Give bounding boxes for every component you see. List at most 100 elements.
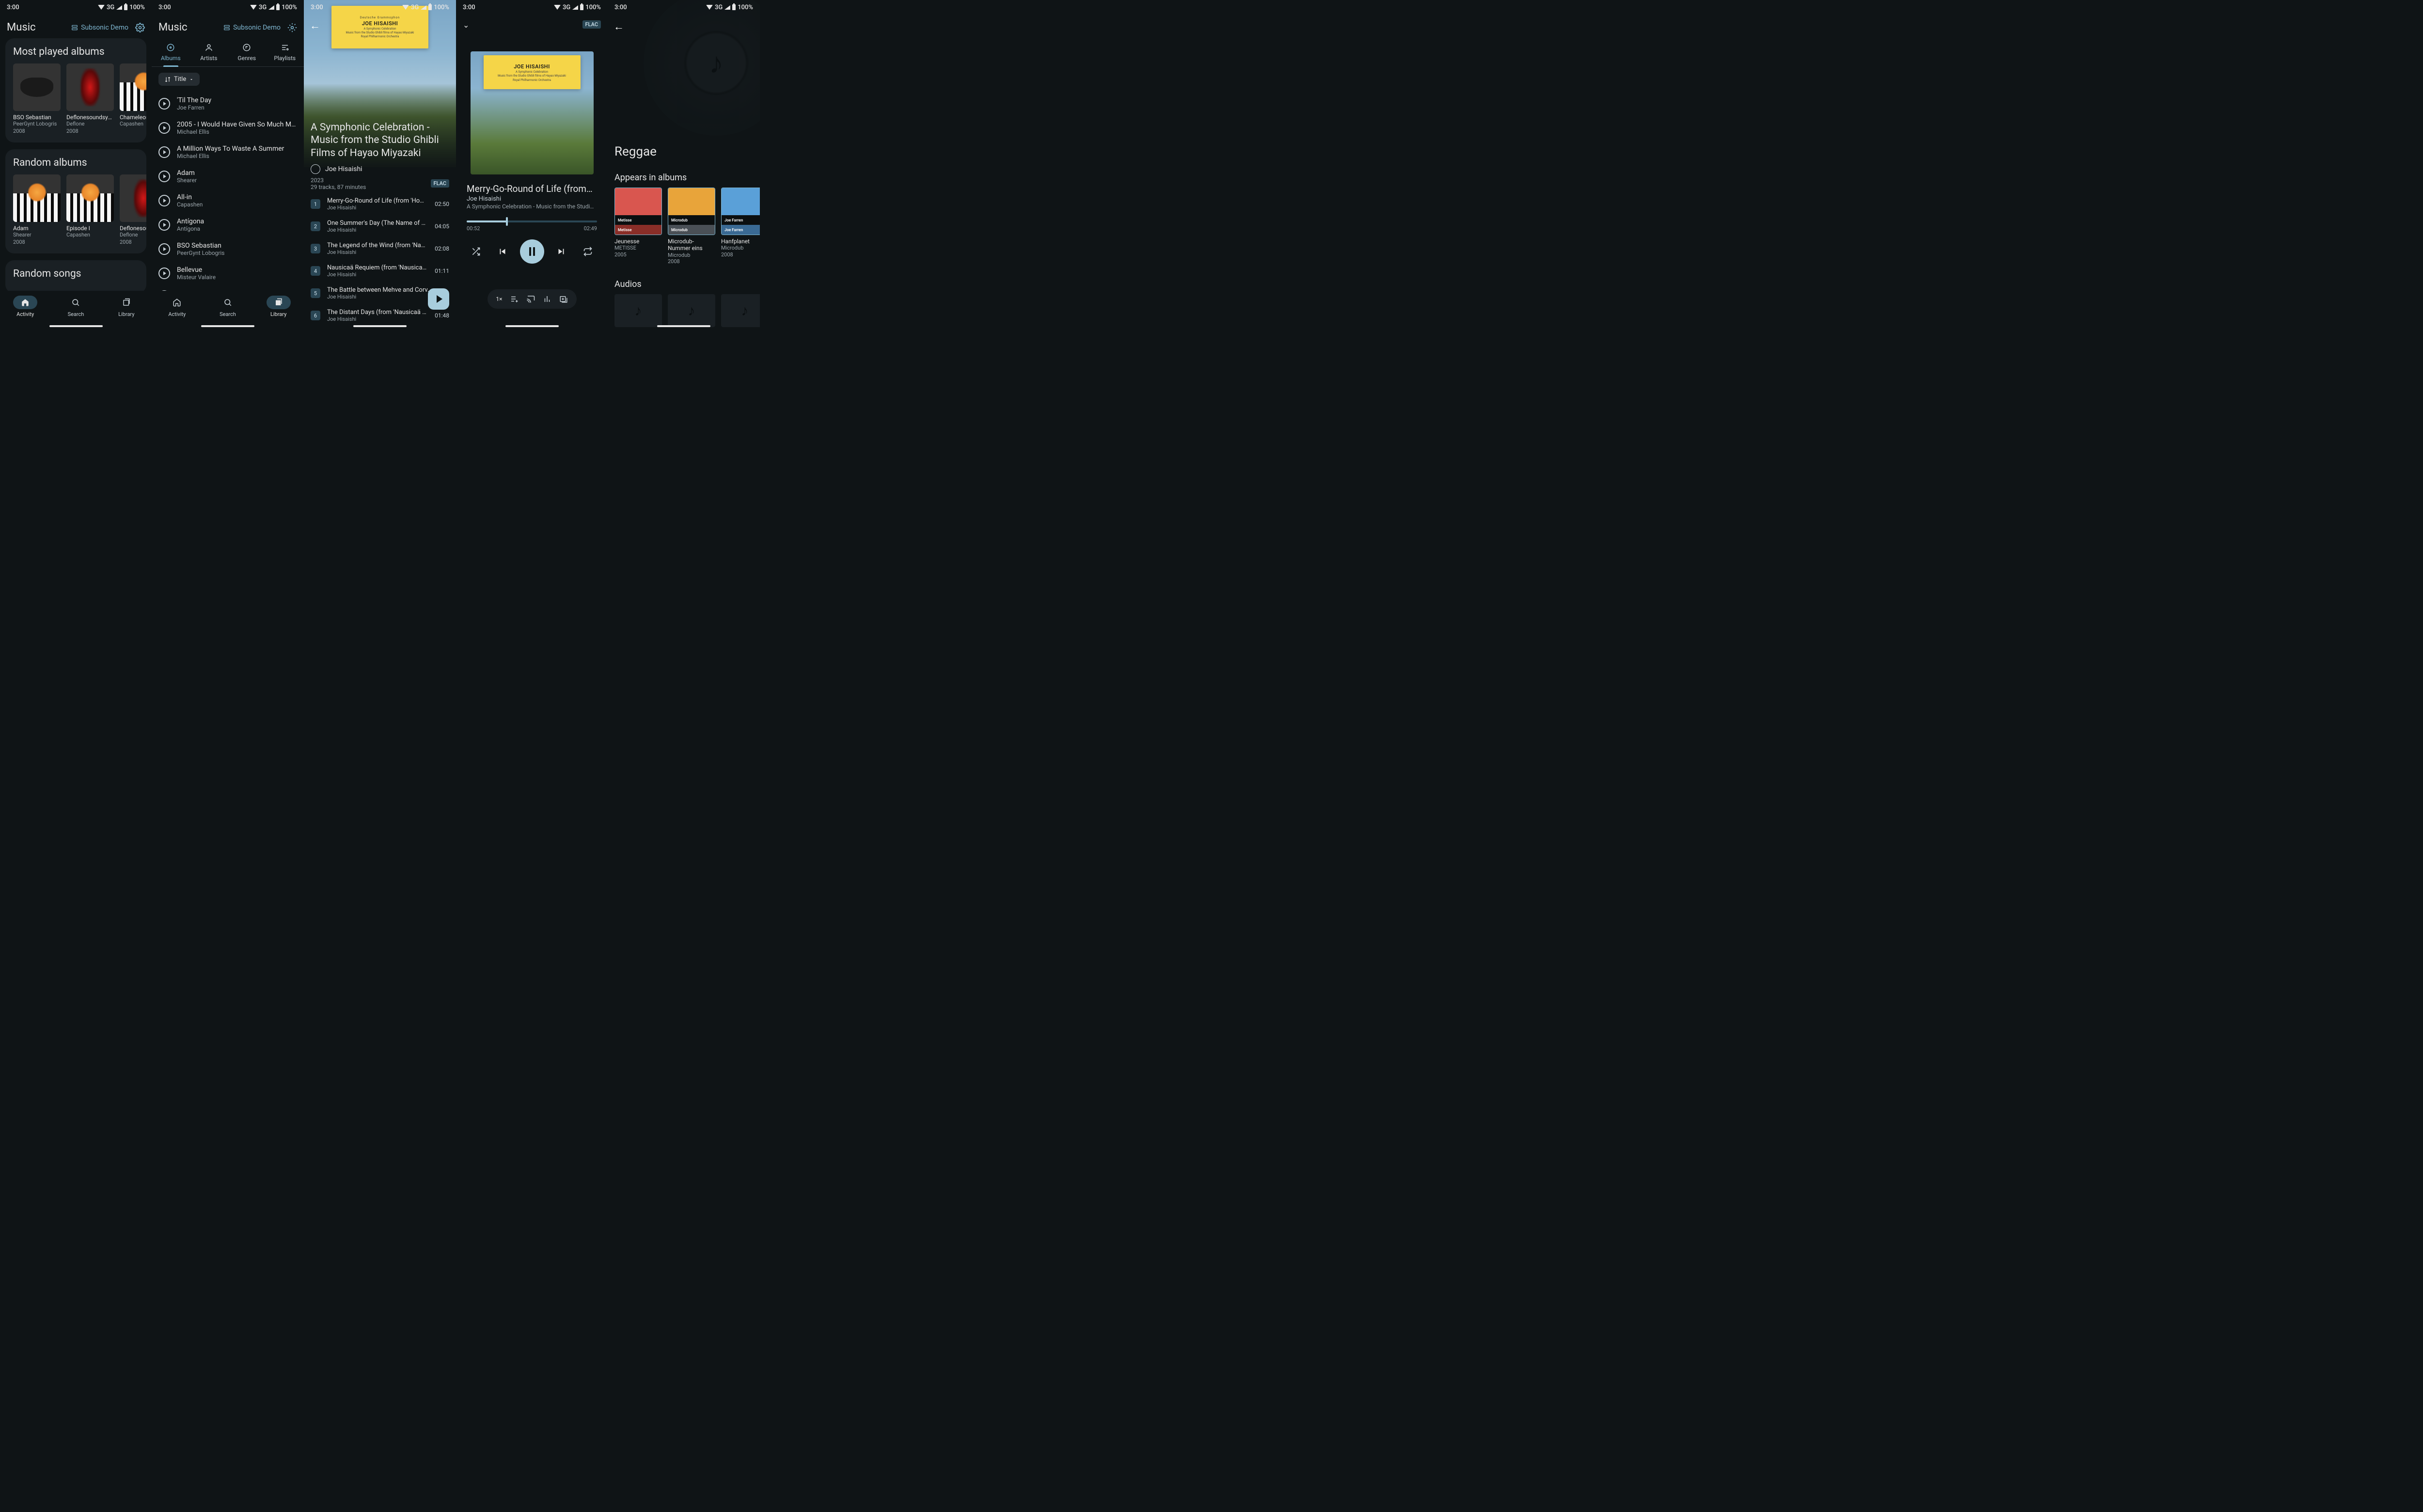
album-artist[interactable]: Joe Hisaishi <box>325 165 362 173</box>
play-pause-button[interactable] <box>520 239 544 264</box>
nav-library[interactable]: Library <box>267 296 291 317</box>
play-album-fab[interactable] <box>428 288 449 310</box>
track-number: 3 <box>311 244 320 253</box>
genre-album-card[interactable]: MicrodubMicrodubMicrodub-Nummer einsMicr… <box>668 188 715 265</box>
battery-icon <box>580 4 583 10</box>
album-list-item[interactable]: BSO SebastianPeerGynt Lobogris <box>155 237 301 261</box>
np-artist[interactable]: Joe Hisaishi <box>467 195 597 203</box>
gesture-bar[interactable] <box>49 325 103 327</box>
gesture-bar[interactable] <box>353 325 407 327</box>
play-icon[interactable] <box>158 219 170 231</box>
track-row[interactable]: 3The Legend of the Wind (from 'Naus…Joe … <box>304 237 456 260</box>
nav-activity[interactable]: Activity <box>165 296 189 317</box>
album-list-item[interactable]: All-inCapashen <box>155 189 301 213</box>
seek-bar[interactable]: 00:5202:49 <box>467 220 597 232</box>
section-random-songs: Random songs <box>5 260 146 293</box>
prev-button[interactable] <box>493 242 512 261</box>
album-list-item[interactable]: A Million Ways To Waste A SummerMichael … <box>155 140 301 164</box>
server-selector[interactable]: Subsonic Demo <box>71 24 128 32</box>
settings-icon[interactable] <box>287 23 297 32</box>
album-artist: Michael Ellis <box>177 153 297 159</box>
wifi-icon <box>706 5 713 10</box>
equalizer-icon[interactable] <box>543 295 551 303</box>
genre-album-card[interactable]: Joe FarrenJoe FarrenHanfplanetMicrodub20… <box>721 188 760 265</box>
track-number: 4 <box>311 266 320 276</box>
gesture-bar[interactable] <box>657 325 710 327</box>
genre-album-card[interactable]: MetisseMetisseJeunesseMETISSE2005 <box>614 188 662 265</box>
album-card[interactable]: DeflonesoundsystemDeflone2008 <box>66 63 114 135</box>
artist-avatar[interactable] <box>311 164 320 174</box>
audio-item[interactable]: ♪ <box>668 294 715 327</box>
album-list-item[interactable]: 2005 - I Would Have Given So Much MoreMi… <box>155 116 301 140</box>
album-artist: Deflone <box>120 232 146 238</box>
album-title: Chameleon <box>120 114 146 121</box>
track-artist: Joe Hisaishi <box>327 316 428 322</box>
collapse-button[interactable]: ⌄ <box>463 20 469 30</box>
album-card[interactable]: Episode ICapashen <box>66 174 114 246</box>
cast-icon[interactable] <box>526 295 535 303</box>
genre-albums-row[interactable]: MetisseMetisseJeunesseMETISSE2005Microdu… <box>608 188 760 265</box>
album-artist: METISSE <box>614 245 662 251</box>
audio-item[interactable]: ♪ <box>721 294 760 327</box>
album-artist: Microdub <box>721 245 760 251</box>
play-icon[interactable] <box>158 146 170 158</box>
play-icon[interactable] <box>158 98 170 110</box>
tab-albums[interactable]: Albums <box>152 38 190 66</box>
back-button[interactable]: ← <box>310 19 320 32</box>
album-card[interactable]: AdamShearer2008 <box>13 174 61 246</box>
play-icon[interactable] <box>158 171 170 182</box>
genre-audios-row[interactable]: ♪ ♪ ♪ <box>608 294 760 327</box>
audio-item[interactable]: ♪ <box>614 294 662 327</box>
now-playing-cover[interactable]: JOE HISAISHI A Symphonic Celebration Mus… <box>471 51 594 174</box>
nav-label: Activity <box>16 311 34 317</box>
sort-chip[interactable]: Title <box>158 73 200 86</box>
tab-artists[interactable]: Artists <box>190 38 228 66</box>
server-selector[interactable]: Subsonic Demo <box>223 24 281 32</box>
nav-search[interactable]: Search <box>216 296 240 317</box>
track-row[interactable]: 1Merry-Go-Round of Life (from 'Howl'…Joe… <box>304 193 456 215</box>
queue-add-icon[interactable] <box>510 295 519 303</box>
album-list-item[interactable]: AdamShearer <box>155 164 301 189</box>
queue-icon[interactable] <box>559 295 568 303</box>
nav-activity[interactable]: Activity <box>13 296 37 317</box>
next-button[interactable] <box>552 242 570 261</box>
np-album[interactable]: A Symphonic Celebration - Music from the… <box>467 203 597 210</box>
album-list-item[interactable]: AntígonaAntígona <box>155 213 301 237</box>
album-artist: Michael Ellis <box>177 128 297 135</box>
album-list-item[interactable]: 'Til The DayJoe Farren <box>155 92 301 116</box>
tab-genres[interactable]: Genres <box>228 38 266 66</box>
section-title: Audios <box>614 279 753 289</box>
album-year: 2005 <box>614 252 662 258</box>
album-title: Antígona <box>177 218 297 225</box>
bottom-nav: Activity Search Library <box>0 291 152 329</box>
track-row[interactable]: 2One Summer's Day (The Name of Lif…Joe H… <box>304 215 456 237</box>
play-icon[interactable] <box>158 122 170 134</box>
track-title: The Legend of the Wind (from 'Naus… <box>327 242 428 249</box>
album-card[interactable]: DeflonesounDeflone2008 <box>120 174 146 246</box>
repeat-button[interactable] <box>579 242 597 261</box>
nav-library[interactable]: Library <box>114 296 139 317</box>
gesture-bar[interactable] <box>505 325 559 327</box>
tab-playlists[interactable]: Playlists <box>266 38 304 66</box>
nav-search[interactable]: Search <box>63 296 88 317</box>
play-icon[interactable] <box>158 195 170 206</box>
shuffle-button[interactable] <box>467 242 485 261</box>
album-list-item[interactable]: BellevueMisteur Valaire <box>155 261 301 285</box>
album-card[interactable]: ChameleonCapashen <box>120 63 146 135</box>
play-icon[interactable] <box>158 243 170 255</box>
clock: 3:00 <box>158 4 171 11</box>
album-row[interactable]: AdamShearer2008Episode ICapashenDeflones… <box>13 174 146 246</box>
album-row[interactable]: BSO SebastianPeerGynt Lobogris2008Deflon… <box>13 63 146 135</box>
album-artist: Misteur Valaire <box>177 274 297 281</box>
settings-icon[interactable] <box>135 23 145 32</box>
album-card[interactable]: BSO SebastianPeerGynt Lobogris2008 <box>13 63 61 135</box>
gesture-bar[interactable] <box>201 325 254 327</box>
cover-artist: JOE HISAISHI <box>514 63 550 70</box>
wifi-icon <box>554 5 561 10</box>
format-badge: FLAC <box>582 20 601 29</box>
speed-button[interactable]: 1× <box>496 296 502 302</box>
track-row[interactable]: 4Nausicaä Requiem (from 'Nausicaä …Joe H… <box>304 260 456 282</box>
play-icon[interactable] <box>158 268 170 279</box>
album-list[interactable]: 'Til The DayJoe Farren2005 - I Would Hav… <box>152 92 304 307</box>
back-button[interactable]: ← <box>614 20 624 33</box>
